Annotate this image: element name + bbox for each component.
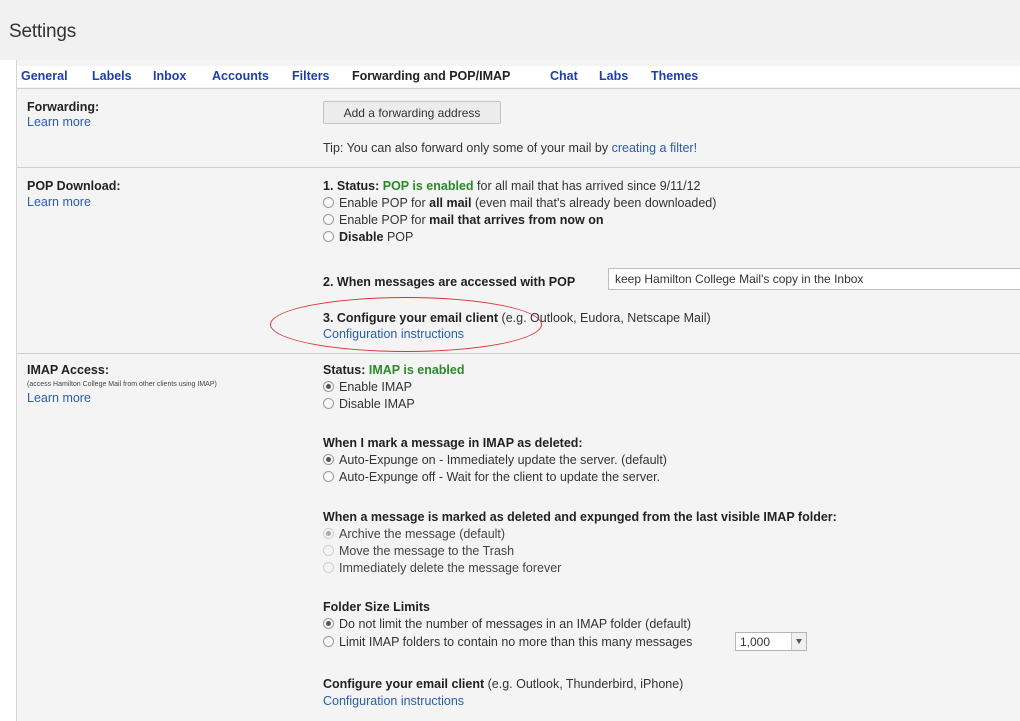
limit-folder-label: Limit IMAP folders to contain no more th…: [339, 635, 693, 649]
pop-opt1-bold: all mail: [429, 196, 472, 210]
auto-expunge-on-option[interactable]: Auto-Expunge on - Immediately update the…: [323, 453, 667, 467]
delete-forever-option[interactable]: Immediately delete the message forever: [323, 561, 561, 575]
tab-chat[interactable]: Chat: [550, 69, 578, 83]
forwarding-section: Forwarding: Learn more Add a forwarding …: [17, 88, 1020, 166]
creating-filter-link[interactable]: creating a filter!: [612, 141, 697, 155]
archive-message-label: Archive the message (default): [339, 527, 506, 541]
radio-unselected[interactable]: [323, 545, 334, 556]
imap-config-label: Configure your email client: [323, 677, 485, 691]
pop-access-label: 2. When messages are accessed with POP: [323, 275, 576, 289]
tab-labels[interactable]: Labels: [92, 69, 132, 83]
header: Settings: [0, 0, 1020, 60]
tab-accounts[interactable]: Accounts: [212, 69, 269, 83]
imap-configuration-instructions-link[interactable]: Configuration instructions: [323, 694, 464, 708]
imap-status: Status: IMAP is enabled: [323, 363, 465, 377]
imap-status-label: Status:: [323, 363, 366, 377]
add-forwarding-address-button[interactable]: Add a forwarding address: [323, 101, 501, 124]
no-folder-limit-label: Do not limit the number of messages in a…: [339, 617, 692, 631]
radio-selected[interactable]: [323, 618, 334, 629]
pop-opt1-post: (even mail that's already been downloade…: [475, 196, 717, 210]
chevron-down-icon[interactable]: [791, 633, 806, 650]
imap-config-suffix: (e.g. Outlook, Thunderbird, iPhone): [487, 677, 684, 691]
page-title: Settings: [9, 21, 77, 42]
radio-unselected[interactable]: [323, 562, 334, 573]
pop-opt2-pre: Enable POP for: [339, 213, 426, 227]
move-to-trash-label: Move the message to the Trash: [339, 544, 515, 558]
annotation-circle: [270, 297, 542, 352]
imap-config: Configure your email client (e.g. Outloo…: [323, 677, 683, 691]
tab-inbox[interactable]: Inbox: [153, 69, 186, 83]
tab-filters[interactable]: Filters: [292, 69, 330, 83]
imap-disable-label: Disable IMAP: [339, 397, 415, 411]
pop-option-disable[interactable]: Disable POP: [323, 230, 413, 244]
imap-expunged-heading: When a message is marked as deleted and …: [323, 510, 837, 524]
radio-selected[interactable]: [323, 528, 334, 539]
pop-learn-more-link[interactable]: Learn more: [27, 195, 91, 209]
pop-status-suffix: for all mail that has arrived since 9/11…: [477, 179, 701, 193]
delete-forever-label: Immediately delete the message forever: [339, 561, 562, 575]
auto-expunge-off-label: Auto-Expunge off - Wait for the client t…: [339, 470, 661, 484]
pop-opt2-bold: mail that arrives from now on: [429, 213, 604, 227]
tab-themes[interactable]: Themes: [651, 69, 698, 83]
tab-labs[interactable]: Labs: [599, 69, 628, 83]
forwarding-tip-text: Tip: You can also forward only some of y…: [323, 141, 609, 155]
tab-forwarding-pop-imap[interactable]: Forwarding and POP/IMAP: [352, 69, 510, 83]
imap-enable-label: Enable IMAP: [339, 380, 412, 394]
imap-deleted-heading: When I mark a message in IMAP as deleted…: [323, 436, 583, 450]
radio-unselected[interactable]: [323, 214, 334, 225]
pop-access-select[interactable]: [608, 268, 1020, 290]
pop-option-all-mail[interactable]: Enable POP for all mail (even mail that'…: [323, 196, 716, 210]
pop-status-value: POP is enabled: [382, 179, 474, 193]
imap-enable-option[interactable]: Enable IMAP: [323, 380, 412, 394]
radio-unselected[interactable]: [323, 231, 334, 242]
imap-learn-more-link[interactable]: Learn more: [27, 391, 91, 405]
move-to-trash-option[interactable]: Move the message to the Trash: [323, 544, 514, 558]
auto-expunge-off-option[interactable]: Auto-Expunge off - Wait for the client t…: [323, 470, 660, 484]
pop-option-from-now-on[interactable]: Enable POP for mail that arrives from no…: [323, 213, 603, 227]
imap-title: IMAP Access:: [27, 363, 109, 377]
forwarding-tip: Tip: You can also forward only some of y…: [323, 141, 697, 155]
radio-selected[interactable]: [323, 381, 334, 392]
radio-unselected[interactable]: [323, 398, 334, 409]
pop-status-label: 1. Status:: [323, 179, 380, 193]
pop-opt3-bold: Disable: [339, 230, 384, 244]
pop-title: POP Download:: [27, 179, 121, 193]
pop-opt1-pre: Enable POP for: [339, 196, 426, 210]
tab-general[interactable]: General: [21, 69, 68, 83]
settings-tabs: General Labels Inbox Accounts Filters Fo…: [17, 66, 1020, 87]
settings-panel: General Labels Inbox Accounts Filters Fo…: [16, 60, 1020, 721]
imap-description: (access Hamilton College Mail from other…: [27, 381, 217, 388]
archive-message-option[interactable]: Archive the message (default): [323, 527, 505, 541]
pop-opt3-post: POP: [386, 230, 414, 244]
imap-section: IMAP Access: (access Hamilton College Ma…: [17, 353, 1020, 721]
imap-disable-option[interactable]: Disable IMAP: [323, 397, 415, 411]
radio-unselected[interactable]: [323, 471, 334, 482]
pop-status: 1. Status: POP is enabled for all mail t…: [323, 179, 701, 193]
radio-unselected[interactable]: [323, 636, 334, 647]
radio-selected[interactable]: [323, 454, 334, 465]
folder-size-heading: Folder Size Limits: [323, 600, 430, 614]
forwarding-learn-more-link[interactable]: Learn more: [27, 115, 91, 129]
imap-status-value: IMAP is enabled: [368, 363, 465, 377]
forwarding-title: Forwarding:: [27, 100, 100, 114]
no-folder-limit-option[interactable]: Do not limit the number of messages in a…: [323, 617, 691, 631]
folder-limit-value: 1,000: [740, 635, 771, 649]
radio-unselected[interactable]: [323, 197, 334, 208]
auto-expunge-on-label: Auto-Expunge on - Immediately update the…: [339, 453, 667, 467]
folder-limit-select[interactable]: 1,000: [735, 632, 807, 651]
limit-folder-option[interactable]: Limit IMAP folders to contain no more th…: [323, 635, 692, 649]
